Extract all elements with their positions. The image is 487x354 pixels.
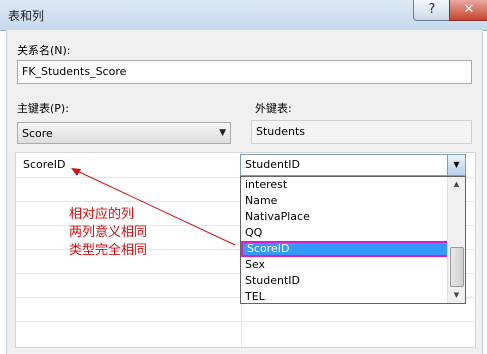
chevron-down-icon: ▼: [219, 128, 226, 138]
foreign-table-label: 外键表:: [255, 102, 292, 115]
primary-table-label: 主键表(P):: [17, 102, 69, 115]
annotation-line-3: 类型完全相同: [69, 243, 148, 258]
chevron-down-icon: ▼: [453, 160, 460, 169]
annotation-line-1: 相对应的列: [69, 207, 135, 222]
primary-table-select[interactable]: Score ▼: [17, 122, 231, 144]
dropdown-option[interactable]: Sex: [241, 257, 449, 273]
dropdown-option[interactable]: interest: [241, 177, 449, 193]
window-title: 表和列: [8, 9, 45, 23]
help-button[interactable]: ?: [413, 0, 451, 21]
annotation-line-2: 两列意义相同: [69, 225, 148, 240]
relation-name-input[interactable]: FK_Students_Score: [17, 60, 472, 84]
column-dropdown-list: interest Name NativaPlace QQ ScoreID Sex…: [240, 176, 466, 304]
foreign-column-select[interactable]: StudentID ▼: [240, 154, 466, 176]
scroll-down-icon[interactable]: ▼: [449, 288, 464, 303]
scroll-up-icon[interactable]: ▲: [449, 177, 464, 192]
dropdown-option[interactable]: NativaPlace: [241, 209, 449, 225]
dropdown-option-selected[interactable]: ScoreID: [241, 241, 449, 257]
foreign-column-value: StudentID: [245, 158, 301, 171]
dropdown-option[interactable]: QQ: [241, 225, 449, 241]
dialog-panel: 关系名(N): FK_Students_Score 主键表(P): Score …: [6, 30, 483, 354]
dropdown-option[interactable]: StudentID: [241, 273, 449, 289]
dropdown-scrollbar[interactable]: ▲ ▼: [447, 177, 465, 303]
primary-table-value: Score: [22, 127, 53, 140]
primary-column-cell[interactable]: ScoreID: [23, 158, 66, 171]
grid-row-divider: [16, 321, 475, 322]
dropdown-option[interactable]: TEL: [241, 289, 449, 303]
foreign-table-field: Students: [251, 120, 472, 144]
dropdown-button[interactable]: ▼: [447, 155, 465, 175]
dropdown-option[interactable]: Name: [241, 193, 449, 209]
title-bar: 表和列 ? ✕: [0, 0, 487, 31]
close-button[interactable]: ✕: [449, 0, 487, 21]
scrollbar-thumb[interactable]: [450, 247, 464, 287]
relation-name-label: 关系名(N):: [17, 44, 71, 57]
